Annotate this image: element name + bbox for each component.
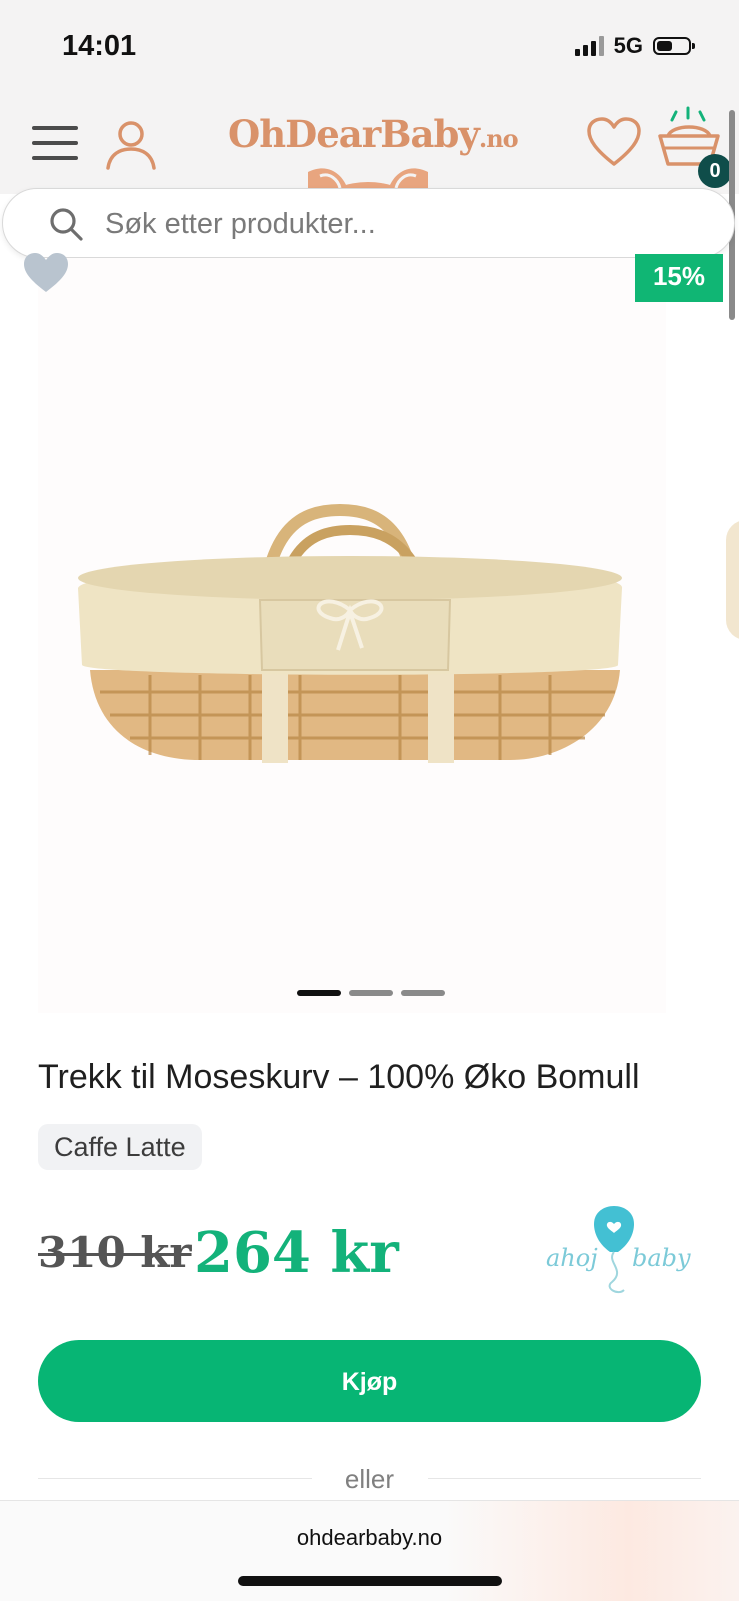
favorite-heart-icon[interactable] — [22, 250, 70, 298]
variant-chip[interactable]: Caffe Latte — [38, 1124, 202, 1170]
svg-text:baby: baby — [632, 1244, 691, 1272]
gallery-dot[interactable] — [297, 990, 341, 996]
search-bar[interactable] — [2, 188, 735, 258]
product-image — [78, 503, 623, 763]
brand-logo-icon: ahoj baby — [546, 1206, 691, 1294]
search-icon — [50, 208, 83, 241]
signal-icon — [574, 36, 604, 56]
gallery-dot[interactable] — [349, 990, 393, 996]
gallery-pagination — [297, 990, 445, 996]
status-time: 14:01 — [62, 30, 137, 62]
cart-button[interactable]: 0 — [654, 106, 734, 188]
product-title: Trekk til Moseskurv – 100% Øko Bomull — [38, 1058, 640, 1096]
gallery-dot[interactable] — [401, 990, 445, 996]
logo-wordmark: OhDearBaby.no — [228, 112, 519, 156]
cart-count-badge: 0 — [698, 154, 732, 188]
next-image-peek[interactable] — [726, 520, 739, 640]
site-header: OhDearBaby.no 0 — [0, 92, 739, 194]
search-input[interactable] — [103, 205, 667, 243]
product-image-gallery[interactable] — [38, 258, 666, 1013]
account-icon[interactable] — [104, 118, 158, 172]
buy-button[interactable]: Kjøp — [38, 1340, 701, 1422]
discount-badge: 15% — [635, 254, 723, 302]
svg-text:ahoj: ahoj — [546, 1244, 598, 1272]
browser-url[interactable]: ohdearbaby.no — [0, 1525, 739, 1551]
divider — [428, 1478, 701, 1479]
network-type: 5G — [613, 33, 643, 58]
menu-icon[interactable] — [32, 126, 78, 160]
status-bar: 14:01 5G — [0, 0, 739, 92]
old-price: 310 kr — [38, 1228, 192, 1277]
status-indicators: 5G — [574, 33, 695, 58]
or-separator: eller — [344, 1464, 395, 1494]
site-logo[interactable]: OhDearBaby.no — [228, 112, 519, 194]
brand-logo[interactable]: ahoj baby — [534, 1200, 694, 1300]
home-indicator[interactable] — [238, 1576, 502, 1586]
battery-icon — [653, 37, 695, 55]
heart-icon[interactable] — [586, 116, 642, 168]
sale-price: 264 kr — [194, 1220, 399, 1286]
